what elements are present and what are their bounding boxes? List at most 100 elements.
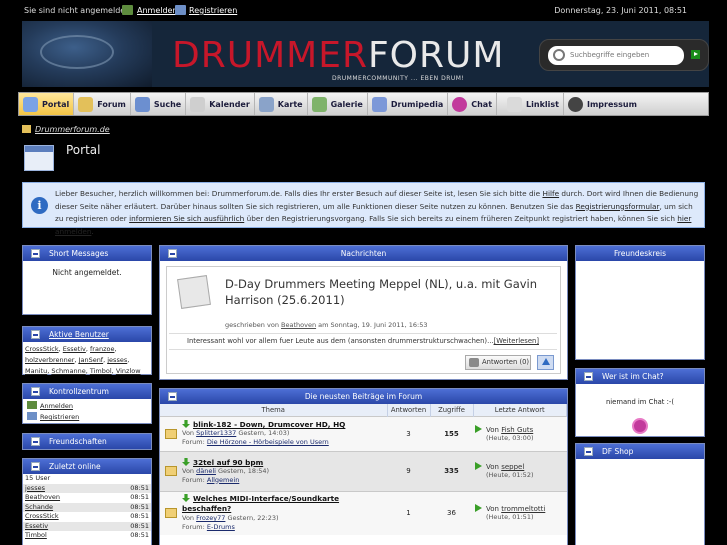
col-views[interactable]: Zugriffe (430, 404, 474, 416)
collapse-icon[interactable] (168, 249, 177, 258)
search-input[interactable] (570, 49, 680, 61)
forum-link[interactable]: Die Hörzone - Hörbeispiele von Usern (207, 438, 329, 446)
nav-kalender[interactable]: Kalender (186, 93, 255, 115)
collapse-icon[interactable] (31, 330, 40, 339)
topic-title[interactable]: Welches MIDI-Interface/Soundkarte bescha… (182, 494, 339, 513)
replies-button[interactable]: Antworten (0) (465, 355, 531, 370)
df-shop-box: DF Shop (575, 443, 705, 545)
topic-author[interactable]: Splitter1337 (196, 429, 236, 437)
registration-form-link[interactable]: Registrierungsformular (576, 202, 660, 211)
online-user-name[interactable]: Beathoven (25, 493, 60, 503)
box-title: Die neusten Beiträge im Forum (304, 392, 423, 401)
online-user-name[interactable]: jesses (25, 484, 45, 494)
last-reply-time: (Heute, 03:00) (486, 433, 534, 442)
portal-icon (23, 96, 38, 112)
topic-title[interactable]: 32tel auf 90 bpm (193, 458, 263, 467)
user-link[interactable]: Manitu (25, 367, 47, 375)
online-user-row[interactable]: Essetiv 08:51 (23, 521, 151, 532)
collapse-icon[interactable] (168, 392, 177, 401)
nav-linklist[interactable]: Linklist (497, 93, 564, 115)
forum-link[interactable]: Allgemein (207, 476, 239, 484)
box-header: Kontrollzentrum (23, 384, 151, 399)
latest-topics-box: Die neusten Beiträge im Forum Thema Antw… (159, 388, 568, 545)
online-user-name[interactable]: Schande (25, 503, 53, 513)
forum-link[interactable]: E-Drums (207, 523, 235, 531)
user-link[interactable]: jesses (107, 356, 127, 364)
nav-drumipedia[interactable]: Drumipedia (368, 93, 449, 115)
user-link[interactable]: CrossStick (25, 345, 59, 353)
online-user-name[interactable]: Essetiv (25, 522, 48, 532)
byline-prefix: geschrieben von (225, 321, 282, 329)
user-link[interactable]: JanSenf (79, 356, 104, 364)
login-link[interactable]: Anmelden (40, 402, 73, 410)
online-user-row[interactable]: CrossStick 08:51 (23, 512, 151, 522)
chat-icon[interactable] (632, 418, 648, 434)
col-topic[interactable]: Thema (160, 404, 388, 416)
read-more-link[interactable]: [Weiterlesen] (494, 337, 539, 345)
help-link[interactable]: Hilfe (542, 189, 559, 198)
table-header: Thema Antworten Zugriffe Letzte Antwort (160, 404, 567, 416)
last-reply-author[interactable]: trommeltotti (501, 505, 545, 513)
collapse-icon[interactable] (31, 437, 40, 446)
topic-author[interactable]: däneli (196, 467, 216, 475)
last-reply-author[interactable]: Fish Guts (501, 426, 533, 434)
main-nav: Portal Forum Suche Kalender Karte Galeri… (18, 92, 709, 116)
collapse-icon[interactable] (31, 462, 40, 471)
table-row[interactable]: Welches MIDI-Interface/Soundkarte bescha… (160, 490, 567, 535)
topic-date: Gestern, 14:03) (236, 429, 290, 437)
home-icon (22, 125, 31, 133)
topic-icon (165, 508, 177, 519)
register-link[interactable]: Registrieren (189, 6, 237, 15)
search-submit-button[interactable] (691, 50, 700, 59)
user-link[interactable]: holzverbrenner (25, 356, 74, 364)
nav-portal[interactable]: Portal (19, 93, 75, 115)
search-field-wrap (548, 46, 684, 65)
table-row[interactable]: blink-182 - Down, Drumcover HD, HQ Von S… (160, 415, 567, 451)
news-headline[interactable]: D-Day Drummers Meeting Meppel (NL), u.a.… (225, 276, 545, 308)
site-logo[interactable]: DRUMMERFORUM (172, 35, 504, 76)
collapse-icon[interactable] (584, 372, 593, 381)
online-user-row[interactable]: Timbol 08:51 (23, 531, 151, 541)
online-user-row[interactable]: Beathoven 08:51 (23, 493, 151, 503)
box-title: Freundeskreis (614, 249, 666, 258)
online-user-name[interactable]: CrossStick (25, 512, 59, 522)
registration-info-link[interactable]: informieren Sie sich ausführlich (129, 214, 244, 223)
calendar-icon (190, 96, 206, 112)
topic-cell: Welches MIDI-Interface/Soundkarte bescha… (160, 490, 387, 535)
user-link[interactable]: Schmanne (51, 367, 85, 375)
collapse-icon[interactable] (31, 387, 40, 396)
collapse-icon[interactable] (31, 249, 40, 258)
topic-title[interactable]: blink-182 - Down, Drumcover HD, HQ (193, 420, 345, 429)
control-login[interactable]: Anmelden (27, 401, 147, 412)
topic-replies: 3 (387, 415, 430, 451)
author-link[interactable]: Beathoven (281, 321, 316, 329)
nav-chat[interactable]: Chat (448, 93, 498, 115)
user-link[interactable]: Vinzlow (116, 367, 141, 375)
nav-suche[interactable]: Suche (131, 93, 187, 115)
online-user-row[interactable]: Schande 08:51 (23, 502, 151, 513)
user-link[interactable]: franzoe (90, 345, 114, 353)
nav-impressum[interactable]: Impressum (564, 93, 641, 115)
register-link[interactable]: Registrieren (40, 413, 79, 421)
user-link[interactable]: Essetiv (63, 345, 86, 353)
topic-icon (165, 428, 177, 439)
collapse-icon[interactable] (584, 447, 593, 456)
box-title: DF Shop (602, 447, 634, 456)
scroll-top-button[interactable] (537, 355, 554, 370)
last-reply-author[interactable]: seppel (501, 463, 524, 471)
breadcrumb-link[interactable]: Drummerforum.de (35, 125, 110, 134)
table-row[interactable]: 32tel auf 90 bpm Von däneli Gestern, 18:… (160, 450, 567, 491)
login-link[interactable]: Anmelden (137, 6, 178, 15)
box-title[interactable]: Aktive Benutzer (49, 330, 109, 339)
control-register[interactable]: Registrieren (27, 412, 147, 423)
topic-author[interactable]: Frozey77 (196, 514, 225, 522)
nav-galerie[interactable]: Galerie (308, 93, 368, 115)
col-replies[interactable]: Antworten (387, 404, 431, 416)
online-user-name[interactable]: Timbol (25, 531, 47, 541)
nav-karte[interactable]: Karte (255, 93, 308, 115)
online-user-row[interactable]: jesses 08:51 (23, 483, 151, 494)
nav-forum[interactable]: Forum (74, 93, 131, 115)
friend-circle-box: Freundeskreis (575, 245, 705, 360)
col-last-reply[interactable]: Letzte Antwort (473, 404, 567, 416)
user-link[interactable]: Timbol (90, 367, 112, 375)
